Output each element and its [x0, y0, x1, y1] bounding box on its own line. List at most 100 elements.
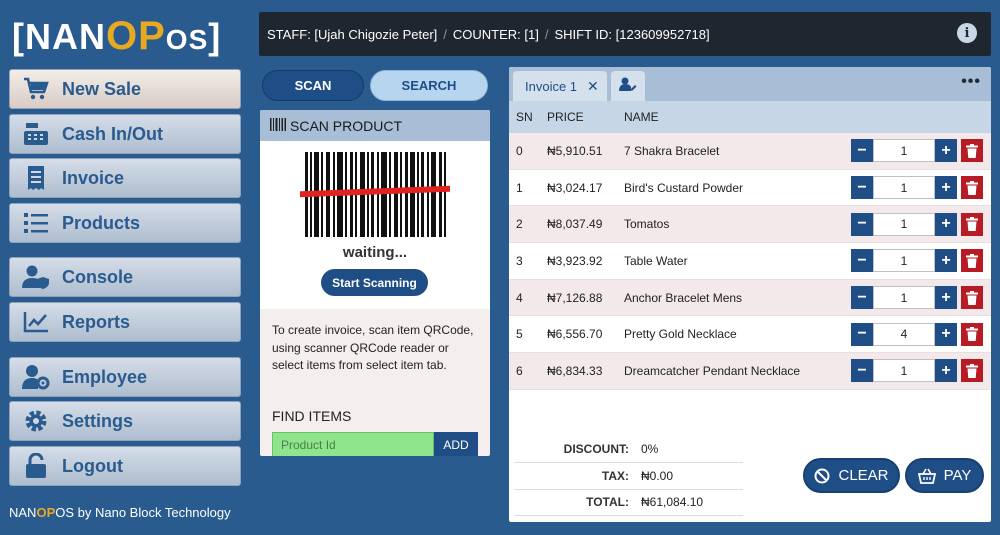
staff-info: STAFF: [Ujah Chigozie Peter]: [267, 26, 438, 42]
barcode-graphic: [300, 152, 450, 237]
delete-item-button[interactable]: [961, 359, 983, 383]
delete-item-button[interactable]: [961, 176, 983, 200]
cell-name: Anchor Bracelet Mens: [624, 290, 743, 305]
header-separator: /: [544, 26, 549, 42]
chart-line-icon: [22, 308, 50, 336]
invoice-rows: 0 ₦5,910.51 7 Shakra Bracelet −1 +1 ₦3,024.17…: [509, 133, 991, 390]
trash-icon: [966, 143, 978, 158]
customer-tab[interactable]: [611, 71, 645, 101]
delete-item-button[interactable]: [961, 249, 983, 273]
increase-quantity-button[interactable]: +: [935, 286, 957, 310]
menu-settings-button[interactable]: Settings: [9, 401, 241, 441]
quantity-stepper: −1 +: [851, 359, 983, 383]
cell-sn: 5: [516, 327, 523, 342]
decrease-quantity-button[interactable]: −: [851, 359, 873, 383]
delete-item-button[interactable]: [961, 139, 983, 163]
quantity-field[interactable]: 1: [873, 176, 935, 200]
tab-invoice-1[interactable]: Invoice 1 ✕: [513, 71, 607, 101]
cell-price: ₦6,834.33: [547, 363, 603, 378]
start-scanning-button[interactable]: Start Scanning: [321, 269, 428, 296]
delete-item-button[interactable]: [961, 286, 983, 310]
quantity-field[interactable]: 1: [873, 212, 935, 236]
trash-icon: [966, 290, 978, 305]
menu-label: Products: [62, 212, 141, 233]
increase-quantity-button[interactable]: +: [935, 249, 957, 273]
menu-cash-button[interactable]: Cash In/Out: [9, 114, 241, 154]
product-id-input[interactable]: [272, 432, 434, 456]
increase-quantity-button[interactable]: +: [935, 139, 957, 163]
tax-label: TAX:: [601, 469, 629, 483]
menu-label: Invoice: [62, 167, 125, 188]
delete-item-button[interactable]: [961, 322, 983, 346]
tab-search[interactable]: SEARCH: [370, 70, 488, 101]
menu-employee-button[interactable]: Employee: [9, 357, 241, 397]
quantity-field[interactable]: 1: [873, 249, 935, 273]
menu-logout-button[interactable]: Logout: [9, 446, 241, 486]
scan-panel-title: SCAN PRODUCT: [290, 117, 403, 134]
trash-icon: [966, 327, 978, 342]
menu-label: Settings: [62, 410, 134, 431]
tax-value: ₦0.00: [641, 469, 674, 483]
menu-invoice-button[interactable]: Invoice: [9, 158, 241, 198]
pay-button[interactable]: PAY: [905, 458, 984, 493]
list-icon: [22, 209, 50, 237]
quantity-field[interactable]: 1: [873, 139, 935, 163]
increase-quantity-button[interactable]: +: [935, 176, 957, 200]
table-row: 1 ₦3,024.17 Bird's Custard Powder −1 +: [509, 169, 991, 207]
increase-quantity-button[interactable]: +: [935, 359, 957, 383]
user-edit-icon: [619, 77, 637, 96]
header-separator: /: [443, 26, 447, 42]
cell-sn: 0: [516, 143, 523, 158]
table-row: 3 ₦3,923.92 Table Water −1 +: [509, 243, 991, 280]
menu-reports-button[interactable]: Reports: [9, 302, 241, 342]
decrease-quantity-button[interactable]: −: [851, 139, 873, 163]
more-options-icon[interactable]: •••: [961, 73, 981, 91]
increase-quantity-button[interactable]: +: [935, 212, 957, 236]
menu-label: New Sale: [62, 78, 142, 99]
decrease-quantity-button[interactable]: −: [851, 249, 873, 273]
cell-price: ₦3,024.17: [547, 180, 603, 195]
sidebar: [NANOPOS] New Sale Cash In/Out Invoice P…: [0, 0, 250, 535]
barcode-icon: [270, 117, 286, 134]
clear-button[interactable]: CLEAR: [803, 458, 900, 493]
tax-row: TAX: ₦0.00: [514, 463, 743, 490]
info-icon[interactable]: i: [957, 23, 977, 43]
column-sn: SN: [516, 110, 533, 124]
cell-sn: 3: [516, 253, 523, 268]
quantity-field[interactable]: 1: [873, 359, 935, 383]
close-icon[interactable]: ✕: [587, 78, 599, 95]
quantity-field[interactable]: 4: [873, 322, 935, 346]
decrease-quantity-button[interactable]: −: [851, 176, 873, 200]
tab-scan[interactable]: SCAN: [262, 70, 364, 101]
gear-icon: [22, 407, 50, 435]
delete-item-button[interactable]: [961, 212, 983, 236]
cell-name: Pretty Gold Necklace: [624, 327, 737, 342]
basket-icon: [917, 468, 936, 484]
cell-price: ₦6,556.70: [547, 327, 603, 342]
table-row: 2 ₦8,037.49 Tomatos −1 +: [509, 206, 991, 244]
total-row: TOTAL: ₦61,084.10: [514, 489, 743, 516]
menu-console-button[interactable]: Console: [9, 257, 241, 297]
menu-products-button[interactable]: Products: [9, 203, 241, 243]
cell-sn: 6: [516, 363, 523, 378]
trash-icon: [966, 253, 978, 268]
quantity-stepper: −4 +: [851, 322, 983, 346]
trash-icon: [966, 217, 978, 232]
total-label: TOTAL:: [586, 495, 629, 509]
ban-icon: [814, 468, 830, 484]
menu-new-sale-button[interactable]: New Sale: [9, 69, 241, 109]
table-row: 4 ₦7,126.88 Anchor Bracelet Mens −1 +: [509, 279, 991, 317]
user-shield-icon: [22, 263, 50, 291]
trash-icon: [966, 363, 978, 378]
quantity-stepper: −1 +: [851, 139, 983, 163]
decrease-quantity-button[interactable]: −: [851, 212, 873, 236]
menu-label: Cash In/Out: [62, 123, 164, 144]
quantity-field[interactable]: 1: [873, 286, 935, 310]
decrease-quantity-button[interactable]: −: [851, 286, 873, 310]
cart-icon: [22, 75, 50, 103]
quantity-stepper: −1 +: [851, 212, 983, 236]
column-price: PRICE: [547, 110, 584, 124]
increase-quantity-button[interactable]: +: [935, 322, 957, 346]
decrease-quantity-button[interactable]: −: [851, 322, 873, 346]
add-item-button[interactable]: ADD: [434, 432, 478, 456]
